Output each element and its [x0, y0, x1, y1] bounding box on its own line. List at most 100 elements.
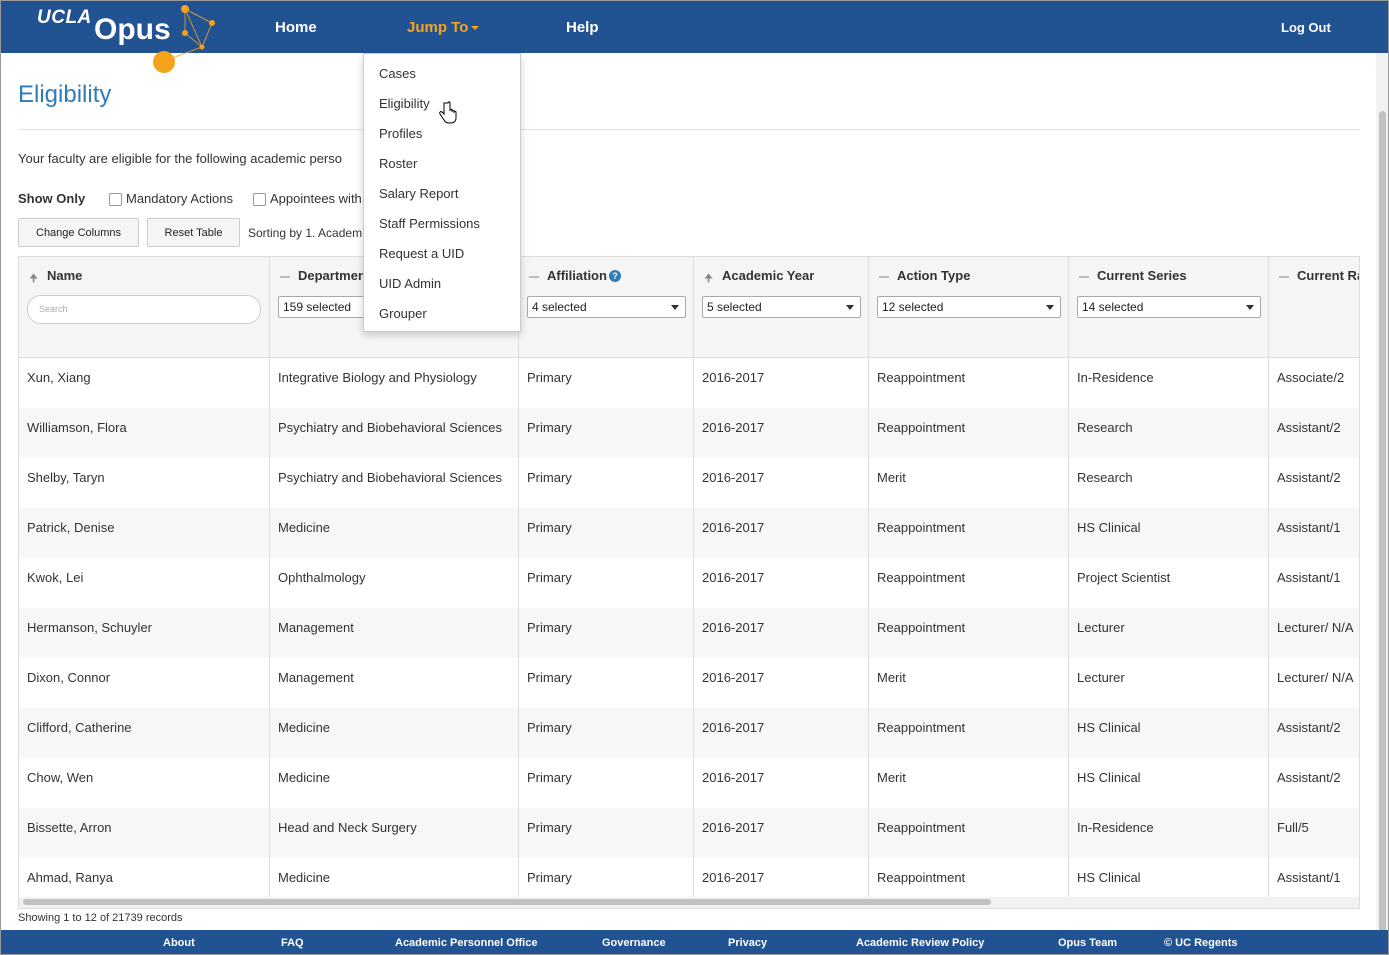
cell-current-rank: Lecturer/ N/A — [1277, 620, 1354, 635]
cell-name[interactable]: Xun, Xiang — [19, 358, 270, 408]
appointees-with-label[interactable]: Appointees with — [270, 191, 362, 206]
cell-current-series: Lecturer — [1069, 608, 1269, 658]
cell-name[interactable]: Bissette, Arron — [19, 808, 270, 858]
cell-action-type: Merit — [869, 758, 1069, 808]
column-header-affiliation[interactable]: Affiliation? 4 selected — [519, 257, 694, 357]
cell-academic-year: 2016-2017 — [694, 558, 869, 608]
page-title: Eligibility — [18, 81, 112, 108]
jump-menu-item-cases[interactable]: Cases — [379, 66, 416, 81]
cell-action-type: Reappointment — [869, 808, 1069, 858]
page-scrollbar-thumb[interactable] — [1379, 111, 1386, 954]
column-header-current-rank[interactable]: Current Ra — [1269, 257, 1359, 357]
footer-link-academic-review-policy[interactable]: Academic Review Policy — [856, 937, 984, 949]
jump-menu-item-request-a-uid[interactable]: Request a UID — [379, 246, 464, 261]
cell-affiliation: Primary — [519, 408, 694, 458]
reset-table-button[interactable]: Reset Table — [147, 218, 240, 247]
cell-action-type: Reappointment — [869, 508, 1069, 558]
jump-menu-item-profiles[interactable]: Profiles — [379, 126, 422, 141]
affiliation-filter-select[interactable]: 4 selected — [527, 296, 686, 318]
cell-name[interactable]: Hermanson, Schuyler — [19, 608, 270, 658]
nav-help[interactable]: Help — [566, 19, 599, 36]
current-series-filter-select[interactable]: 14 selected — [1077, 296, 1261, 318]
sort-none-icon[interactable] — [280, 276, 290, 278]
table-row[interactable]: Dixon, Connor Management Primary 2016-2017 M… — [19, 658, 1359, 708]
table-scrollbar-thumb[interactable] — [23, 899, 991, 905]
cell-academic-year: 2016-2017 — [694, 458, 869, 508]
cell-current-rank: Assistant/2 — [1277, 420, 1341, 435]
footer-link-opus-team[interactable]: Opus Team — [1058, 937, 1117, 949]
cell-action-type: Reappointment — [869, 358, 1069, 408]
nav-home[interactable]: Home — [275, 19, 317, 36]
jump-menu-item-eligibility[interactable]: Eligibility — [379, 96, 430, 111]
table-horizontal-scrollbar[interactable] — [19, 897, 1359, 908]
footer-link-faq[interactable]: FAQ — [281, 937, 304, 949]
affiliation-filter-value: 4 selected — [532, 300, 587, 314]
footer-link-governance[interactable]: Governance — [602, 937, 666, 949]
jump-menu-item-salary-report[interactable]: Salary Report — [379, 186, 458, 201]
jump-menu-item-staff-permissions[interactable]: Staff Permissions — [379, 216, 480, 231]
cell-current-rank: Assistant/1 — [1277, 570, 1341, 585]
cell-name[interactable]: Patrick, Denise — [19, 508, 270, 558]
table-row[interactable]: Kwok, Lei Ophthalmology Primary 2016-2017 Re… — [19, 558, 1359, 608]
action-type-filter-select[interactable]: 12 selected — [877, 296, 1061, 318]
cell-action-type: Merit — [869, 658, 1069, 708]
name-search-input[interactable]: Search — [27, 295, 261, 324]
cell-academic-year: 2016-2017 — [694, 508, 869, 558]
ucla-wordmark: UCLA — [37, 7, 92, 28]
cell-name[interactable]: Williamson, Flora — [19, 408, 270, 458]
cell-department: Ophthalmology — [270, 558, 519, 608]
cell-name[interactable]: Clifford, Catherine — [19, 708, 270, 758]
title-divider — [18, 129, 1360, 130]
appointees-with-checkbox[interactable] — [253, 193, 266, 206]
sort-none-icon[interactable] — [529, 276, 539, 278]
table-row[interactable]: Williamson, Flora Psychiatry and Biobehav… — [19, 408, 1359, 458]
cell-department: Medicine — [270, 758, 519, 808]
column-header-current-series[interactable]: Current Series 14 selected — [1069, 257, 1269, 357]
academic-year-filter-select[interactable]: 5 selected — [702, 296, 861, 318]
column-header-name[interactable]: 🠉 Name Search — [19, 257, 270, 357]
cell-affiliation: Primary — [519, 358, 694, 408]
table-row[interactable]: Clifford, Catherine Medicine Primary 2016-2… — [19, 708, 1359, 758]
table-row[interactable]: Shelby, Taryn Psychiatry and Biobehaviora… — [19, 458, 1359, 508]
cell-current-series: HS Clinical — [1069, 708, 1269, 758]
nav-jump-to[interactable]: Jump To — [407, 19, 480, 36]
mandatory-actions-checkbox[interactable] — [109, 193, 122, 206]
footer-link-about[interactable]: About — [163, 937, 195, 949]
table-row[interactable]: Patrick, Denise Medicine Primary 2016-2017 R… — [19, 508, 1359, 558]
cell-department: Medicine — [270, 708, 519, 758]
page-vertical-scrollbar[interactable] — [1376, 53, 1388, 954]
table-row[interactable]: Bissette, Arron Head and Neck Surgery Prim… — [19, 808, 1359, 858]
change-columns-button[interactable]: Change Columns — [18, 218, 139, 247]
nav-logout[interactable]: Log Out — [1281, 20, 1331, 35]
sort-none-icon[interactable] — [1079, 276, 1089, 278]
mandatory-actions-label[interactable]: Mandatory Actions — [126, 191, 233, 206]
dropdown-arrow-icon — [1046, 305, 1054, 310]
table-row[interactable]: Xun, Xiang Integrative Biology and Physio… — [19, 358, 1359, 408]
nav-jump-to-label: Jump To — [407, 19, 469, 36]
sort-none-icon[interactable] — [1279, 276, 1289, 278]
footer-link-academic-personnel-office[interactable]: Academic Personnel Office — [395, 937, 537, 949]
cell-name[interactable]: Dixon, Connor — [19, 658, 270, 708]
top-nav-bar: UCLA Opus Home Jump To Help Log Out — [1, 1, 1388, 73]
jump-menu-item-roster[interactable]: Roster — [379, 156, 417, 171]
info-icon[interactable]: ? — [608, 270, 621, 282]
jump-menu-item-uid-admin[interactable]: UID Admin — [379, 276, 441, 291]
cell-name[interactable]: Kwok, Lei — [19, 558, 270, 608]
cell-name[interactable]: Shelby, Taryn — [19, 458, 270, 508]
footer-link-privacy[interactable]: Privacy — [728, 937, 767, 949]
cell-name[interactable]: Chow, Wen — [19, 758, 270, 808]
cell-academic-year: 2016-2017 — [694, 608, 869, 658]
opus-logo[interactable]: UCLA Opus — [37, 5, 217, 75]
sort-asc-icon[interactable]: 🠉 — [29, 270, 38, 289]
jump-menu-item-grouper[interactable]: Grouper — [379, 306, 427, 321]
cell-action-type: Reappointment — [869, 708, 1069, 758]
sorting-info: Sorting by 1. Academ — [248, 226, 363, 240]
cell-affiliation: Primary — [519, 508, 694, 558]
sort-asc-icon[interactable]: 🠉 — [704, 270, 713, 289]
table-row[interactable]: Chow, Wen Medicine Primary 2016-2017 Merit HS… — [19, 758, 1359, 808]
column-header-academic-year[interactable]: 🠉 Academic Year 5 selected — [694, 257, 869, 357]
sort-none-icon[interactable] — [879, 276, 889, 278]
table-row[interactable]: Hermanson, Schuyler Management Primary 2016… — [19, 608, 1359, 658]
cell-current-rank: Assistant/1 — [1277, 520, 1341, 535]
column-header-action-type[interactable]: Action Type 12 selected — [869, 257, 1069, 357]
